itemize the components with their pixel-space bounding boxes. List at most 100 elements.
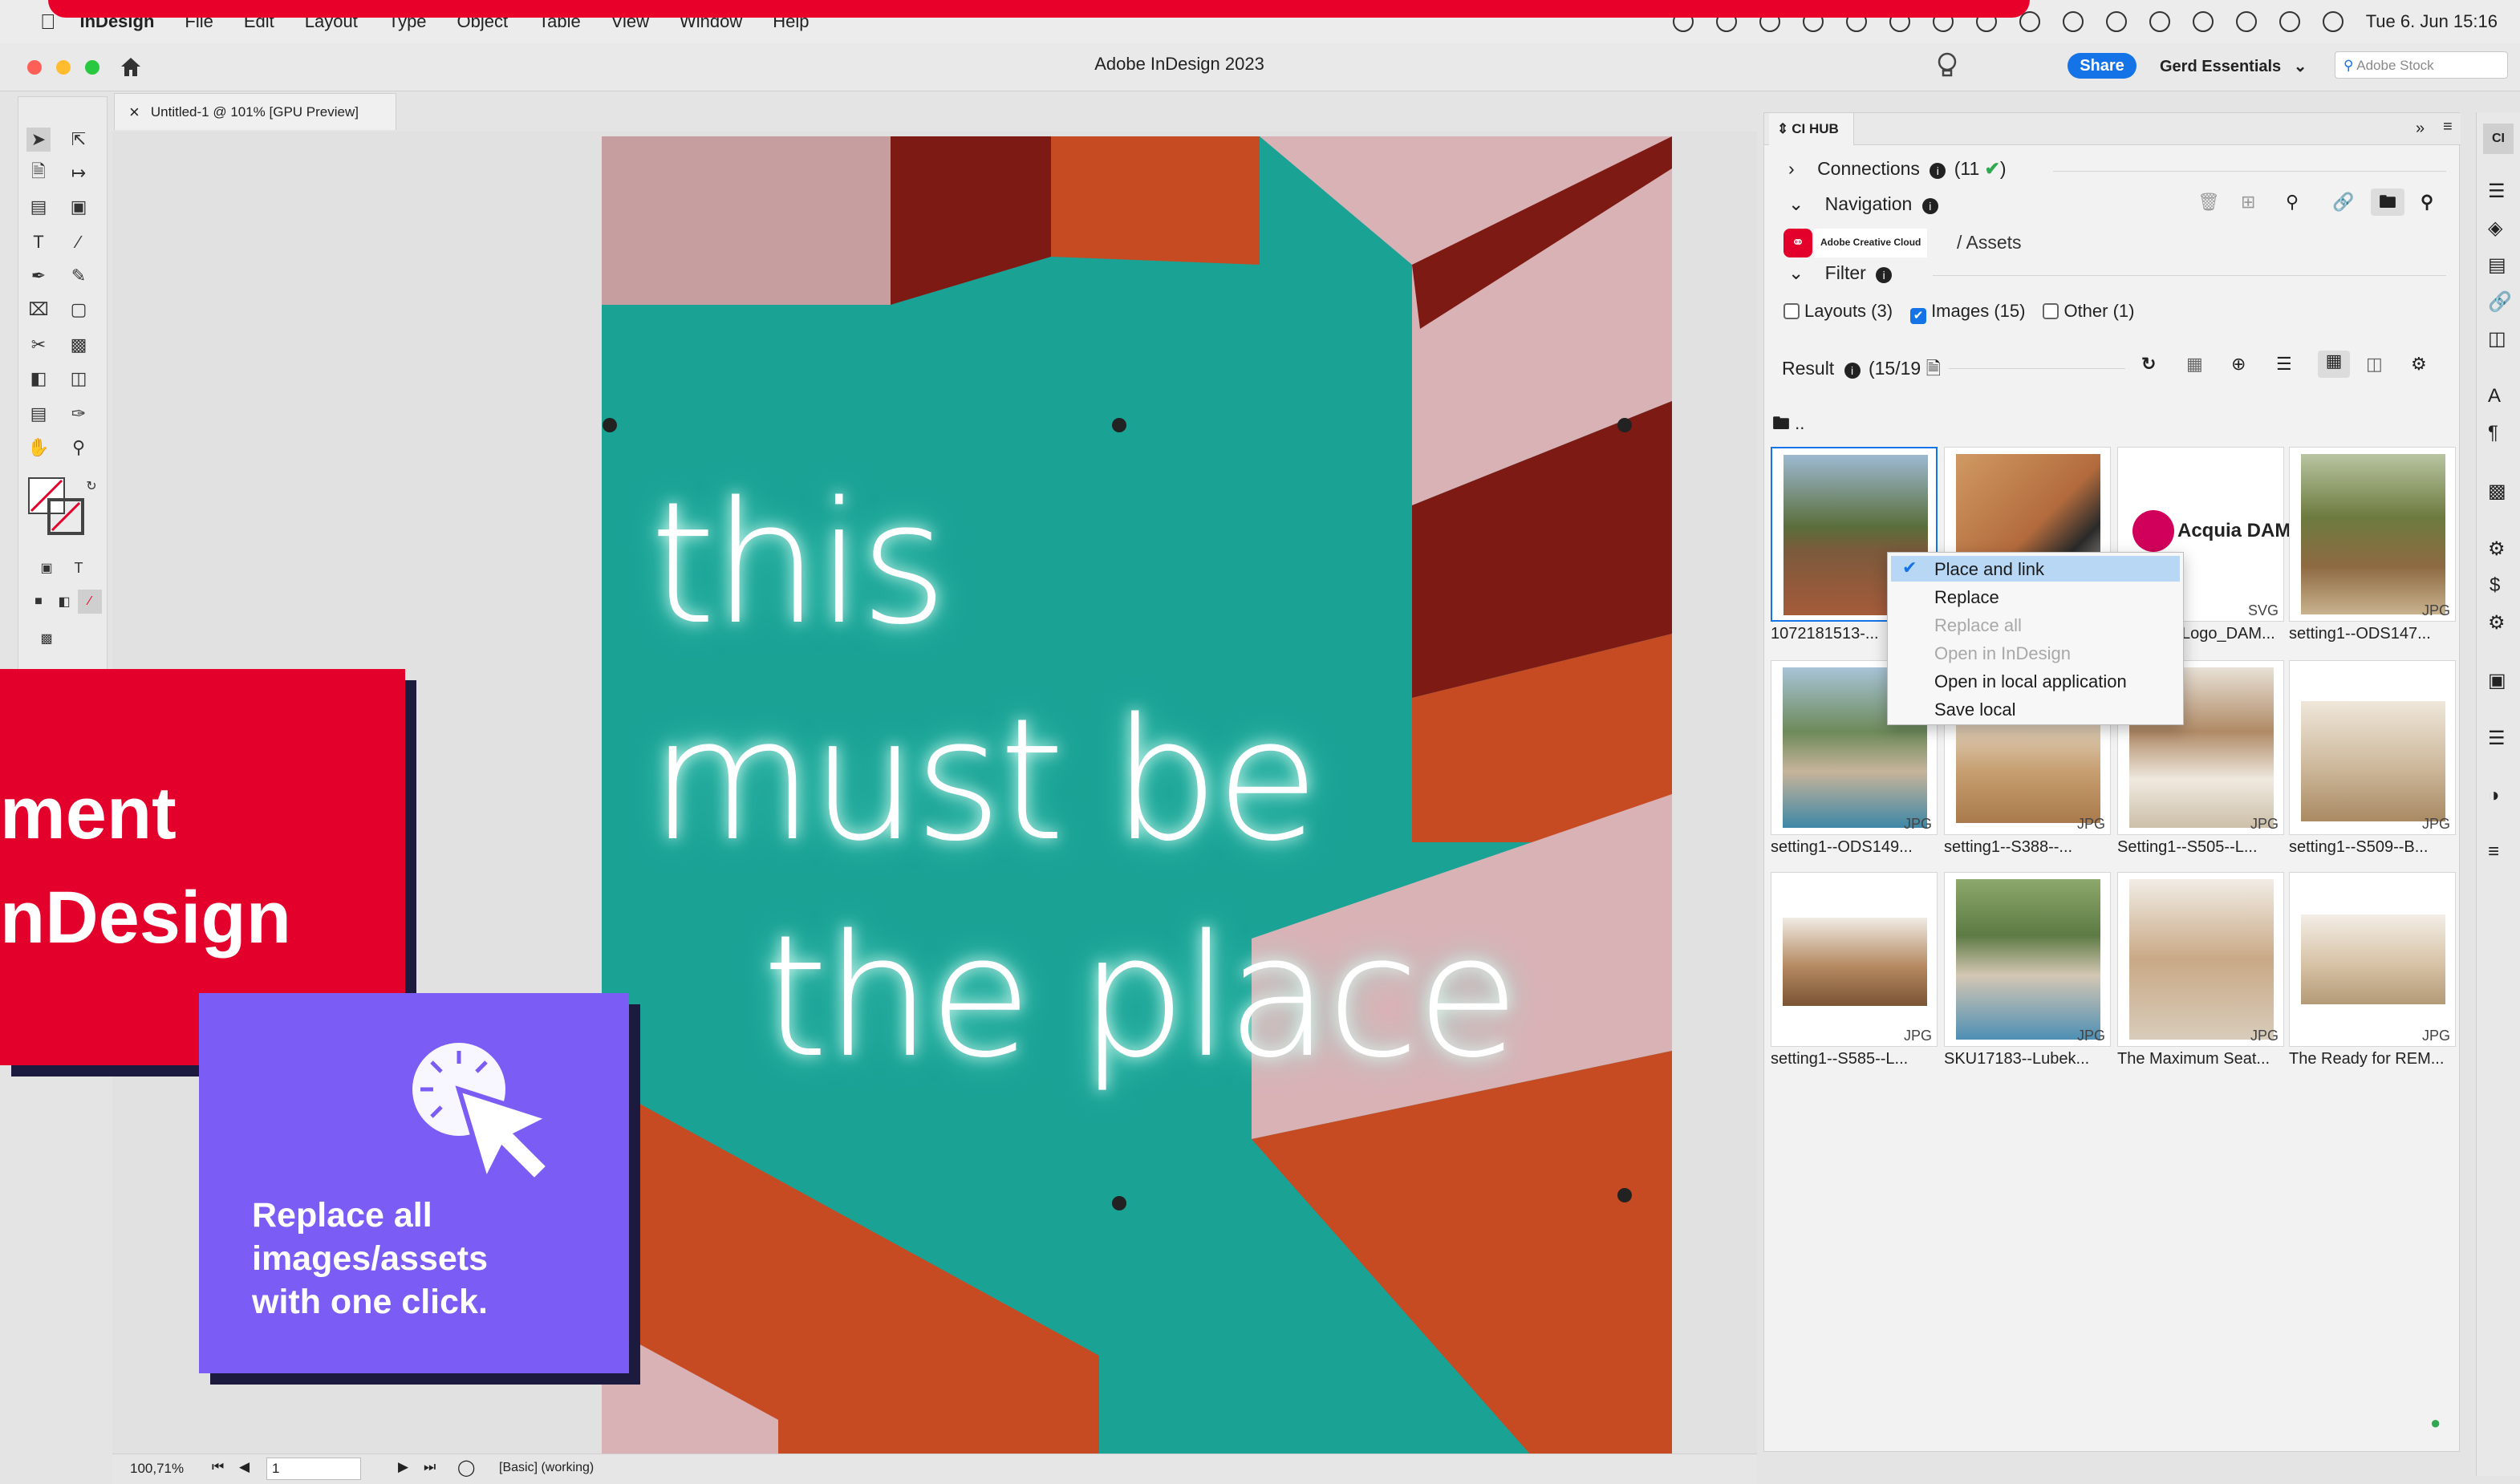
document-tab[interactable]: × Untitled-1 @ 101% [GPU Preview] bbox=[114, 93, 396, 130]
apply-color-icon[interactable]: ■ bbox=[26, 590, 51, 614]
page-number-field[interactable]: 1 bbox=[266, 1458, 361, 1480]
export-icon[interactable]: ▣ bbox=[2488, 669, 2506, 692]
script-label-icon[interactable]: ⚙ bbox=[2488, 611, 2506, 635]
checkbox[interactable] bbox=[2043, 303, 2059, 319]
rectangle-frame-tool-icon[interactable]: ⌧ bbox=[26, 298, 51, 322]
filter-other[interactable]: Other (1) bbox=[2043, 301, 2134, 324]
filter-layouts[interactable]: Layouts (3) bbox=[1783, 301, 1893, 324]
paragraph-styles-icon[interactable]: ¶ bbox=[2488, 422, 2498, 444]
pages-icon[interactable]: ▤ bbox=[2488, 253, 2506, 277]
user-status-icon[interactable]: ● bbox=[2430, 1413, 2441, 1433]
zoom-window-button[interactable] bbox=[85, 60, 99, 75]
placed-image-neon-sign[interactable]: this must be the place bbox=[602, 136, 1672, 1484]
spotlight-search-icon[interactable] bbox=[2235, 11, 2257, 32]
tab-close-icon[interactable]: × bbox=[129, 102, 140, 123]
minimize-window-button[interactable] bbox=[56, 60, 71, 75]
trash-icon[interactable]: 🗑 bbox=[2197, 192, 2220, 213]
breadcrumb[interactable]: / Assets bbox=[1957, 232, 2022, 253]
info-icon[interactable]: i bbox=[1921, 198, 1938, 214]
menu-icon[interactable]: ≡ bbox=[2488, 841, 2499, 863]
table-view-icon[interactable]: ▦ bbox=[2186, 354, 2203, 375]
home-icon[interactable] bbox=[119, 55, 143, 79]
menu-item-save-local[interactable]: Save local bbox=[1934, 699, 2016, 720]
line-tool-icon[interactable]: ∕ bbox=[67, 230, 91, 254]
menubar-clock[interactable]: Tue 6. Jun 15:16 bbox=[2366, 11, 2498, 32]
selection-tool-icon[interactable]: ➤ bbox=[26, 128, 51, 152]
ci-hub-panel-icon[interactable]: CI bbox=[2483, 124, 2514, 154]
links-icon[interactable]: 🔗 bbox=[2488, 290, 2512, 314]
hand-tool-icon[interactable]: ✋ bbox=[26, 436, 51, 460]
page-nav-last[interactable]: ⏭ bbox=[424, 1459, 436, 1475]
text-wrap-icon[interactable]: ▩ bbox=[2488, 480, 2506, 503]
zoom-icon[interactable]: ⚲ bbox=[2286, 192, 2299, 213]
apply-gradient-icon[interactable]: ◧ bbox=[52, 590, 76, 614]
zoom-tool-icon[interactable]: ⚲ bbox=[67, 436, 91, 460]
settings-gear-icon[interactable]: ⚙ bbox=[2411, 354, 2427, 375]
menu-item-open-local-app[interactable]: Open in local application bbox=[1934, 671, 2127, 692]
properties-icon[interactable]: ☰ bbox=[2488, 180, 2506, 203]
connections-row[interactable]: › Connections i (11 ✔) bbox=[1788, 158, 2007, 180]
menu-item-replace[interactable]: Replace bbox=[1934, 587, 1999, 608]
folder-up[interactable]: 🖿 .. bbox=[1772, 410, 1804, 440]
direct-selection-tool-icon[interactable]: ⇱ bbox=[67, 128, 91, 152]
checkbox[interactable] bbox=[1783, 303, 1800, 319]
zoom-level[interactable]: 100,71% bbox=[130, 1461, 184, 1477]
page-nav-first[interactable]: ⏮ bbox=[212, 1459, 224, 1475]
align-icon[interactable]: ☰ bbox=[2488, 727, 2506, 750]
panel-menu-icon[interactable]: ≡ bbox=[2443, 118, 2453, 136]
rectangle-tool-icon[interactable]: ▢ bbox=[67, 298, 91, 322]
add-folder-icon[interactable]: ⊞ bbox=[2241, 192, 2255, 213]
page-nav-next[interactable]: ▶ bbox=[398, 1459, 408, 1475]
add-icon[interactable]: ⊕ bbox=[2231, 354, 2246, 375]
gradient-feather-tool-icon[interactable]: ◫ bbox=[67, 367, 91, 391]
type-tool-icon[interactable]: T bbox=[26, 230, 51, 254]
asset-tile[interactable]: JPG bbox=[2289, 660, 2456, 835]
workspace-switcher[interactable]: Gerd Essentials ⌄ bbox=[2160, 56, 2307, 76]
pencil-tool-icon[interactable]: ✎ bbox=[67, 264, 91, 288]
scissors-tool-icon[interactable]: ✂ bbox=[26, 333, 51, 357]
scripts-icon[interactable]: ⚙ bbox=[2488, 537, 2506, 561]
share-button[interactable]: Share bbox=[2068, 53, 2137, 79]
swatches-icon[interactable]: ◑ bbox=[2488, 785, 2500, 807]
info-icon[interactable]: i bbox=[1844, 363, 1861, 379]
filter-row[interactable]: ⌄ Filter i bbox=[1788, 262, 1893, 284]
filter-images[interactable]: ✔ Images (15) bbox=[1910, 301, 2025, 324]
bluetooth-icon[interactable] bbox=[2105, 11, 2127, 32]
refresh-icon[interactable]: ↻ bbox=[2141, 354, 2156, 375]
navigation-row[interactable]: ⌄ Navigation i bbox=[1788, 193, 1938, 215]
card-view-icon[interactable]: ◫ bbox=[2366, 354, 2383, 375]
asset-tile[interactable]: JPG bbox=[1944, 872, 2111, 1047]
content-collector-icon[interactable]: ▤ bbox=[26, 195, 51, 219]
info-icon[interactable]: i bbox=[1876, 267, 1893, 283]
list-view-icon[interactable]: ☰ bbox=[2276, 354, 2292, 375]
link-icon[interactable]: 🔗 bbox=[2332, 192, 2354, 213]
volume-icon[interactable] bbox=[2062, 11, 2084, 32]
swap-fill-stroke-icon[interactable]: ↻ bbox=[79, 474, 103, 498]
page-tool-icon[interactable]: 🗎 bbox=[26, 161, 51, 185]
checkbox-checked[interactable]: ✔ bbox=[1910, 308, 1927, 324]
wifi-icon[interactable] bbox=[2192, 11, 2214, 32]
eyedropper-tool-icon[interactable]: ✑ bbox=[67, 402, 91, 426]
screen-mode-icon[interactable]: ▩ bbox=[34, 626, 59, 651]
gradient-swatch-tool-icon[interactable]: ◧ bbox=[26, 367, 51, 391]
adobe-stock-search[interactable]: ⚲ Adobe Stock bbox=[2335, 51, 2508, 79]
grid-view-icon[interactable]: ▦ bbox=[2318, 351, 2350, 378]
battery-icon[interactable] bbox=[2149, 11, 2170, 32]
cc-libraries-icon[interactable]: ◫ bbox=[2488, 327, 2506, 351]
panel-collapse-button[interactable]: » bbox=[2416, 120, 2425, 138]
pen-tool-icon[interactable]: ✒ bbox=[26, 264, 51, 288]
source-badge[interactable]: ⚭ Adobe Creative Cloud bbox=[1783, 229, 1928, 257]
free-transform-tool-icon[interactable]: ▩ bbox=[67, 333, 91, 357]
character-styles-icon[interactable]: A bbox=[2488, 385, 2501, 407]
apply-none-icon[interactable]: ∕ bbox=[78, 590, 102, 614]
layers-icon[interactable]: ◈ bbox=[2488, 217, 2502, 240]
dollar-icon[interactable]: $ bbox=[2490, 574, 2500, 597]
preflight-icon[interactable]: ◯ bbox=[457, 1458, 475, 1478]
asset-tile[interactable]: JPG bbox=[2289, 447, 2456, 622]
gap-tool-icon[interactable]: ↦ bbox=[67, 161, 91, 185]
stroke-swatch-none[interactable] bbox=[47, 498, 84, 535]
control-center-icon[interactable] bbox=[2279, 11, 2300, 32]
search-icon[interactable]: ⚲ bbox=[2421, 192, 2433, 213]
asset-tile[interactable]: JPG bbox=[2117, 872, 2284, 1047]
close-window-button[interactable] bbox=[27, 60, 42, 75]
